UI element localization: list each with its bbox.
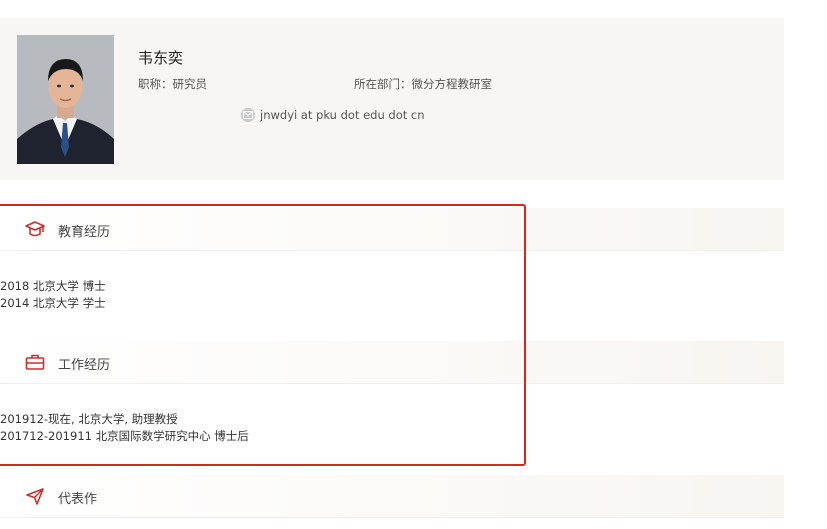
title-label: 职称： (138, 77, 173, 91)
dept-label: 所在部门： (354, 77, 412, 91)
send-icon (25, 487, 45, 505)
education-entry: 2018 北京大学 博士 (0, 279, 106, 293)
work-entry: 201912-现在, 北京大学, 助理教授 (0, 412, 178, 426)
profile-department: 所在部门：微分方程教研室 (354, 76, 492, 92)
work-section-header: 工作经历 (0, 341, 784, 384)
graduation-cap-icon (25, 220, 45, 238)
briefcase-icon (25, 353, 45, 371)
work-title: 工作经历 (58, 358, 111, 373)
education-list: 2018 北京大学 博士 2014 北京大学 学士 (0, 278, 106, 312)
works-section-header[interactable]: 代表作 (0, 475, 784, 518)
education-section-header: 教育经历 (0, 208, 784, 251)
profile-name: 韦东奕 (138, 49, 184, 67)
profile-card: 韦东奕 职称：研究员 所在部门：微分方程教研室 jnwdyi at pku do… (0, 18, 784, 180)
work-entry: 201712-201911 北京国际数学研究中心 博士后 (0, 429, 249, 443)
education-entry: 2014 北京大学 学士 (0, 296, 106, 310)
work-list: 201912-现在, 北京大学, 助理教授 201712-201911 北京国际… (0, 411, 249, 445)
dept-value: 微分方程教研室 (411, 77, 493, 91)
profile-email: jnwdyi at pku dot edu dot cn (241, 108, 425, 122)
works-title: 代表作 (58, 492, 98, 507)
education-title: 教育经历 (58, 225, 111, 240)
title-value: 研究员 (172, 77, 208, 91)
profile-title: 职称：研究员 (138, 76, 207, 92)
email-text: jnwdyi at pku dot edu dot cn (260, 108, 425, 122)
avatar (17, 35, 114, 164)
email-icon (241, 108, 255, 122)
